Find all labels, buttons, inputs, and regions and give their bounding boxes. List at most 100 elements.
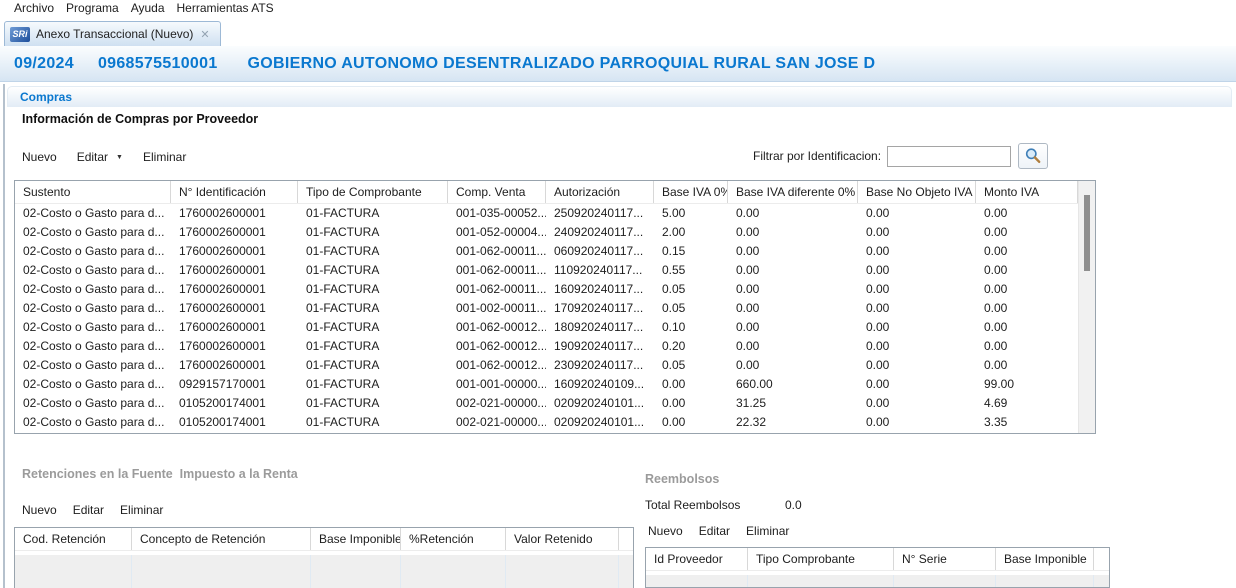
column-header[interactable]: %Retención [401,528,506,550]
column-header[interactable]: N° Serie [894,548,996,570]
filter-label: Filtrar por Identificacion: [753,149,881,163]
reembolsos-nuevo-button[interactable]: Nuevo [648,524,683,538]
column-header[interactable]: Id Proveedor [646,548,748,570]
table-cell: 0.00 [728,299,858,318]
table-cell: 020920240101... [546,413,654,432]
table-row[interactable]: 02-Costo o Gasto para d...01052001740010… [15,413,1078,432]
table-row[interactable]: 02-Costo o Gasto para d...17600026000010… [15,204,1078,223]
table-cell: 01-FACTURA [298,318,448,337]
table-cell: 0.00 [858,242,976,261]
compras-nuevo-button[interactable]: Nuevo [22,150,57,164]
column-header[interactable]: Base No Objeto IVA [858,181,976,203]
empty-cell [996,575,1094,587]
table-cell: 22.32 [728,413,858,432]
table-cell: 0.00 [728,318,858,337]
table-cell: 01-FACTURA [298,242,448,261]
table-row[interactable]: 02-Costo o Gasto para d...17600026000010… [15,261,1078,280]
menu-archivo[interactable]: Archivo [8,1,60,15]
empty-cell [748,575,894,587]
filter-identificacion-input[interactable] [887,146,1011,167]
compras-table-body: 02-Costo o Gasto para d...17600026000010… [15,204,1078,433]
column-header[interactable]: Base Imponible [311,528,401,550]
table-cell: 020920240101... [546,394,654,413]
retenciones-section-title: Retenciones en la Fuente Impuesto a la R… [22,467,298,481]
retenciones-nuevo-button[interactable]: Nuevo [22,503,57,517]
retenciones-editar-button[interactable]: Editar [73,503,104,517]
empty-table-body [15,555,633,588]
column-header[interactable]: Concepto de Retención [132,528,311,550]
table-cell: 160920240117... [546,280,654,299]
table-row[interactable]: 02-Costo o Gasto para d...01052001740010… [15,394,1078,413]
column-header[interactable]: Sustento [15,181,171,203]
editar-dropdown-icon[interactable]: ▼ [116,154,123,161]
menu-ayuda[interactable]: Ayuda [125,1,171,15]
section-tab-compras[interactable]: Compras [7,86,1232,107]
column-header[interactable]: Valor Retenido [506,528,619,550]
table-cell: 1760002600001 [171,261,298,280]
menu-programa[interactable]: Programa [60,1,125,15]
table-cell: 02-Costo o Gasto para d... [15,280,171,299]
menu-herramientas-ats[interactable]: Herramientas ATS [171,1,280,15]
table-cell: 0.00 [728,261,858,280]
compras-eliminar-button[interactable]: Eliminar [143,150,186,164]
table-cell: 0.55 [654,261,728,280]
table-cell: 0.00 [728,204,858,223]
retenciones-eliminar-button[interactable]: Eliminar [120,503,163,517]
table-cell: 0.00 [976,318,1078,337]
table-row[interactable]: 02-Costo o Gasto para d...17600026000010… [15,242,1078,261]
table-cell: 0.10 [654,318,728,337]
table-cell: 02-Costo o Gasto para d... [15,318,171,337]
table-cell: 160920240109... [546,375,654,394]
scrollbar-thumb[interactable] [1084,195,1090,271]
table-row[interactable]: 02-Costo o Gasto para d...09291571700010… [15,375,1078,394]
table-cell: 02-Costo o Gasto para d... [15,413,171,432]
empty-table-body [646,575,1109,587]
table-row[interactable]: 02-Costo o Gasto para d...17600026000010… [15,299,1078,318]
search-button[interactable] [1018,143,1048,169]
table-cell: 250920240117... [546,204,654,223]
table-cell: 0.00 [858,261,976,280]
tab-anexo-transaccional[interactable]: SRi Anexo Transaccional (Nuevo) ✕ [4,21,221,46]
column-header[interactable]: Tipo de Comprobante [298,181,448,203]
table-cell: 1760002600001 [171,223,298,242]
column-header[interactable]: Base IVA 0% [654,181,728,203]
column-header[interactable]: Monto IVA [976,181,1078,203]
table-row[interactable]: 02-Costo o Gasto para d...17600026000010… [15,337,1078,356]
reembolsos-eliminar-button[interactable]: Eliminar [746,524,789,538]
table-cell: 0.00 [728,242,858,261]
sri-logo-icon: SRi [10,27,30,42]
reembolsos-table: Id ProveedorTipo ComprobanteN° SerieBase… [645,547,1110,588]
table-cell: 002-021-00000... [448,413,546,432]
table-row[interactable]: 02-Costo o Gasto para d...17600026000010… [15,318,1078,337]
column-header[interactable]: N° Identificación [171,181,298,203]
table-cell: 230920240117... [546,356,654,375]
column-header[interactable]: Cod. Retención [15,528,132,550]
table-cell: 0.00 [858,318,976,337]
table-row[interactable]: 02-Costo o Gasto para d...17600026000010… [15,223,1078,242]
empty-cell [894,575,996,587]
reembolsos-editar-button[interactable]: Editar [699,524,730,538]
compras-table: SustentoN° IdentificaciónTipo de Comprob… [14,180,1096,434]
total-reembolsos-value: 0.0 [785,498,802,512]
table-cell: 0.00 [976,337,1078,356]
column-header[interactable]: Base Imponible [996,548,1094,570]
table-cell: 01-FACTURA [298,280,448,299]
table-cell: 180920240117... [546,318,654,337]
table-cell: 001-062-00011... [448,280,546,299]
table-row[interactable]: 02-Costo o Gasto para d...17600026000010… [15,280,1078,299]
table-cell: 0.00 [976,261,1078,280]
column-header[interactable]: Tipo Comprobante [748,548,894,570]
compras-editar-button[interactable]: Editar ▼ [77,150,123,164]
vertical-scrollbar[interactable] [1078,181,1095,433]
table-cell: 01-FACTURA [298,261,448,280]
column-header[interactable]: Base IVA diferente 0% [728,181,858,203]
table-cell: 001-062-00012... [448,337,546,356]
table-cell: 001-062-00011... [448,242,546,261]
column-header[interactable]: Autorización [546,181,654,203]
tab-close-icon[interactable]: ✕ [199,28,210,41]
compras-tab-label: Compras [20,90,72,104]
column-header[interactable]: Comp. Venta [448,181,546,203]
table-cell: 1760002600001 [171,356,298,375]
table-cell: 0.00 [654,394,728,413]
table-row[interactable]: 02-Costo o Gasto para d...17600026000010… [15,356,1078,375]
